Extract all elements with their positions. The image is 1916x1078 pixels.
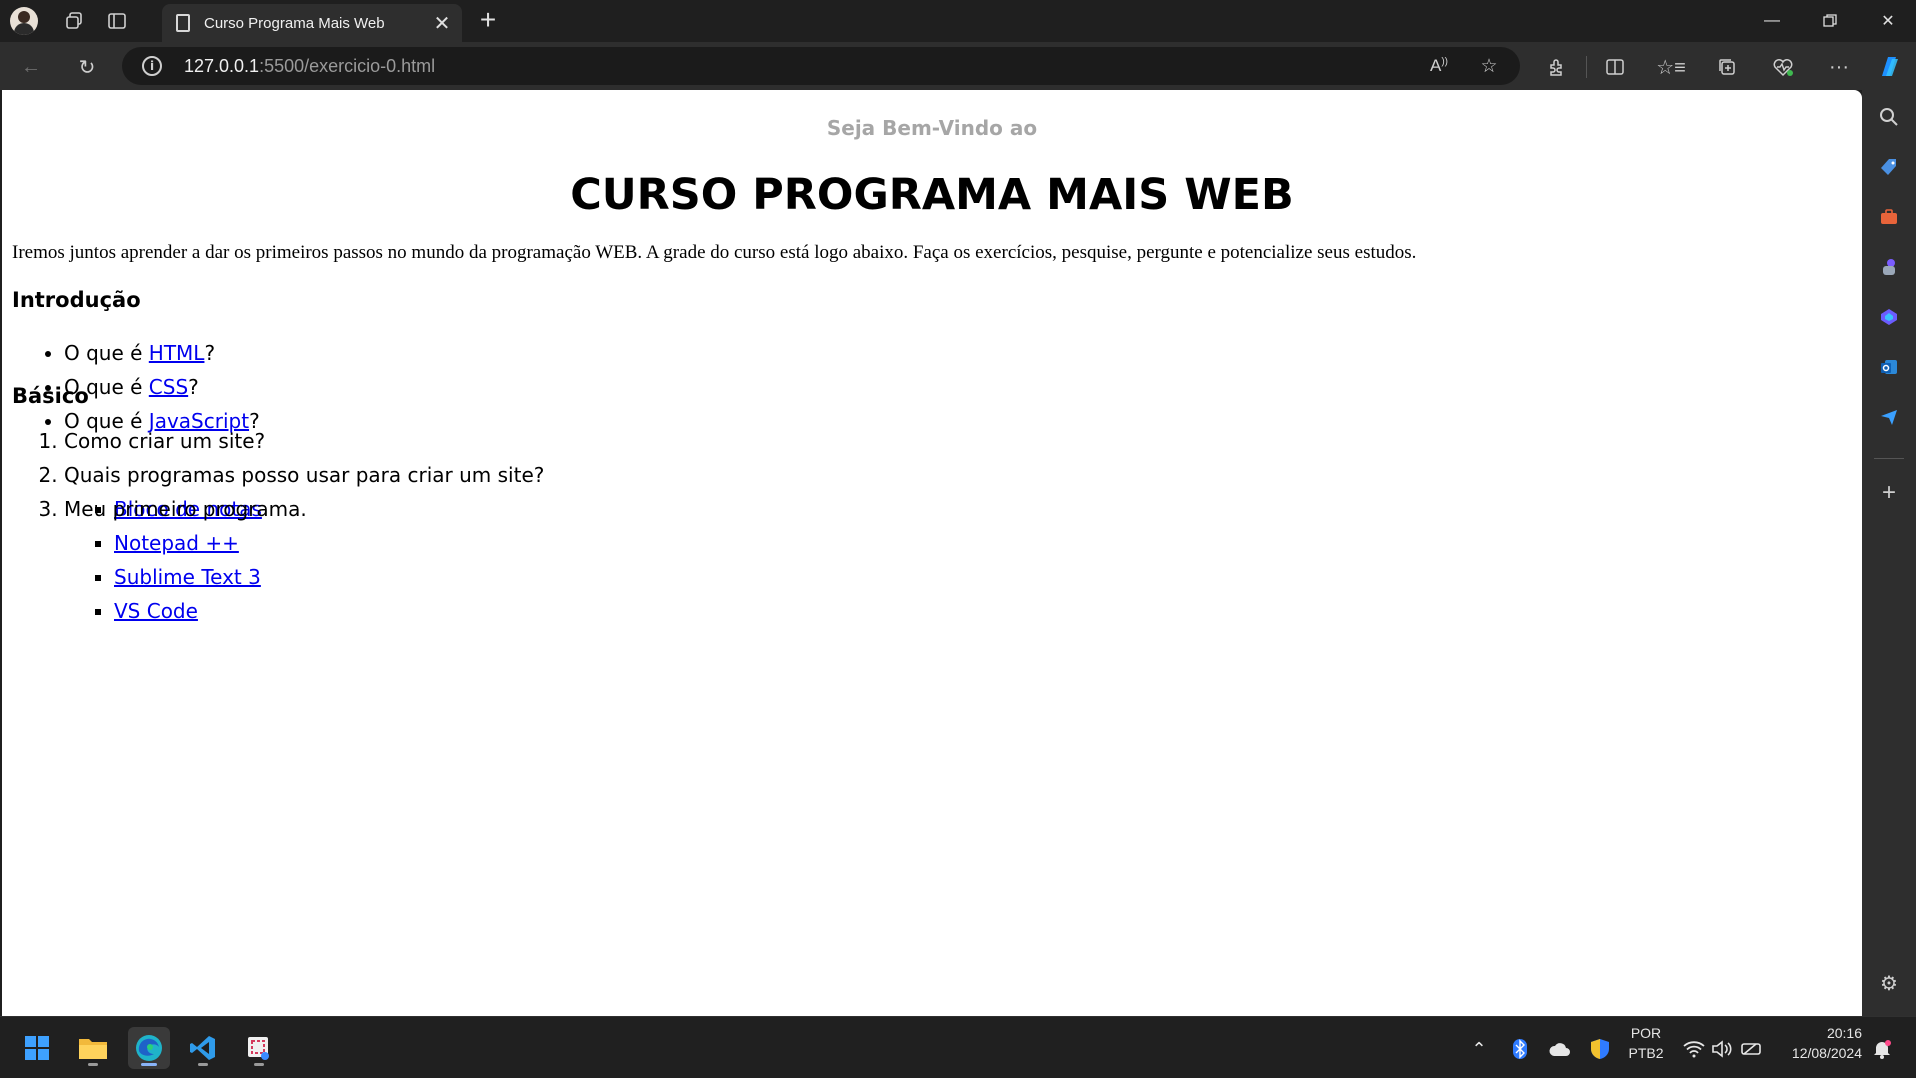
copilot-icon[interactable] (1874, 52, 1904, 82)
page-viewport: Seja Bem-Vindo ao CURSO PROGRAMA MAIS WE… (2, 90, 1862, 1016)
browser-toolbar: ← ↻ i 127.0.0.1:5500/exercicio-0.html A)… (0, 42, 1916, 90)
copilot-sidebar-icon[interactable] (1874, 302, 1904, 332)
security-shield-icon[interactable] (1586, 1035, 1614, 1063)
edge-sidebar: + ⚙ (1862, 90, 1916, 1016)
address-bar[interactable]: i 127.0.0.1:5500/exercicio-0.html A)) ☆ (122, 47, 1520, 85)
avatar-head (18, 11, 30, 23)
url-text[interactable]: 127.0.0.1:5500/exercicio-0.html (184, 56, 435, 77)
page-icon (176, 14, 190, 32)
list-item: O que é CSS? (64, 370, 260, 404)
welcome-subheading: Seja Bem-Vindo ao (826, 116, 1038, 140)
extensions-icon[interactable] (1542, 52, 1572, 82)
volume-icon[interactable] (1708, 1035, 1736, 1063)
outlook-icon[interactable] (1874, 352, 1904, 382)
split-screen-icon[interactable] (1600, 52, 1630, 82)
close-window-button[interactable]: ✕ (1860, 0, 1916, 42)
list-item: Meu primeiro programa. (64, 492, 544, 526)
intro-paragraph: Iremos juntos aprender a dar os primeiro… (12, 242, 1417, 263)
add-sidebar-app-icon[interactable]: + (1874, 478, 1904, 508)
vertical-tabs-icon[interactable] (103, 7, 131, 35)
tab-active[interactable]: Curso Programa Mais Web ✕ (162, 4, 462, 42)
tab-title: Curso Programa Mais Web (204, 14, 385, 32)
list-item: Notepad ++ (114, 526, 544, 560)
list-item: Como criar um site? (64, 424, 544, 458)
start-button[interactable] (16, 1027, 58, 1069)
app-indicator (198, 1063, 208, 1066)
favorites-icon[interactable]: ☆≡ (1656, 52, 1686, 82)
windows-taskbar: ⌃ POR PTB2 20:16 12/08/2024 (0, 1016, 1916, 1078)
app-indicator (254, 1063, 264, 1066)
snipping-tool-app[interactable] (238, 1027, 280, 1069)
browser-essentials-icon[interactable] (1768, 52, 1798, 82)
wifi-icon[interactable] (1680, 1035, 1708, 1063)
clock-time[interactable]: 20:16 (1776, 1025, 1862, 1041)
sublime-text-link[interactable]: Sublime Text 3 (114, 565, 261, 589)
site-info-icon[interactable]: i (142, 56, 162, 76)
html-link[interactable]: HTML (149, 341, 205, 365)
profile-avatar[interactable] (10, 7, 38, 35)
restore-button[interactable] (1802, 0, 1858, 42)
css-link[interactable]: CSS (149, 375, 188, 399)
sidebar-divider (1874, 458, 1904, 459)
basic-list: Como criar um site? Quais programas poss… (64, 424, 545, 623)
games-icon[interactable] (1874, 252, 1904, 282)
show-hidden-icons-chevron-icon[interactable]: ⌃ (1465, 1035, 1493, 1063)
item-suffix: ? (204, 341, 216, 365)
battery-network-icon[interactable] (1738, 1035, 1766, 1063)
input-language[interactable]: POR (1624, 1025, 1668, 1041)
app-indicator (88, 1063, 98, 1066)
avatar-body (14, 23, 34, 35)
list-item: VS Code (114, 594, 544, 628)
url-path: :5500/exercicio-0.html (259, 56, 436, 76)
intro-list: O que é HTML? O que é CSS? O que é JavaS… (64, 336, 260, 438)
tools-briefcase-icon[interactable] (1874, 202, 1904, 232)
item-prefix: O que é (64, 341, 149, 365)
item-suffix: ? (188, 375, 199, 399)
new-tab-button[interactable]: + (474, 6, 502, 35)
vscode-app[interactable] (182, 1027, 224, 1069)
list-item: Sublime Text 3 (114, 560, 544, 594)
favorite-star-icon[interactable]: ☆ (1474, 51, 1504, 81)
page-title: CURSO PROGRAMA MAIS WEB (570, 170, 1294, 220)
app-indicator-active (141, 1063, 157, 1066)
list-item: O que é HTML? (64, 336, 260, 370)
drop-send-icon[interactable] (1874, 402, 1904, 432)
read-aloud-icon[interactable]: A)) (1424, 51, 1454, 81)
notepad-plus-plus-link[interactable]: Notepad ++ (114, 531, 239, 555)
basic-section-heading: Básico (12, 384, 89, 408)
sidebar-settings-icon[interactable]: ⚙ (1874, 968, 1904, 998)
back-icon[interactable]: ← (16, 52, 46, 82)
notification-bell-icon[interactable] (1868, 1035, 1896, 1063)
clock-date[interactable]: 12/08/2024 (1776, 1045, 1862, 1061)
collections-icon[interactable] (1712, 52, 1742, 82)
bluetooth-icon[interactable] (1506, 1035, 1534, 1063)
toolbar-divider (1586, 56, 1587, 78)
vs-code-link[interactable]: VS Code (114, 599, 198, 623)
search-icon[interactable] (1874, 102, 1904, 132)
intro-section-heading: Introdução (12, 288, 141, 312)
onedrive-cloud-icon[interactable] (1546, 1035, 1574, 1063)
tab-bar: Curso Programa Mais Web ✕ + — ✕ (0, 0, 1916, 42)
keyboard-layout[interactable]: PTB2 (1624, 1045, 1668, 1061)
edge-app[interactable] (128, 1027, 170, 1069)
workspaces-icon[interactable] (60, 7, 88, 35)
list-item: Quais programas posso usar para criar um… (64, 458, 545, 623)
list-item-text: Quais programas posso usar para criar um… (64, 463, 545, 487)
tab-close-icon[interactable]: ✕ (428, 9, 456, 37)
url-host: 127.0.0.1 (184, 56, 260, 76)
refresh-icon[interactable]: ↻ (72, 52, 102, 82)
file-explorer-app[interactable] (72, 1027, 114, 1069)
settings-more-icon[interactable]: ··· (1824, 52, 1854, 82)
minimize-button[interactable]: — (1744, 0, 1800, 42)
shopping-tag-icon[interactable] (1874, 152, 1904, 182)
